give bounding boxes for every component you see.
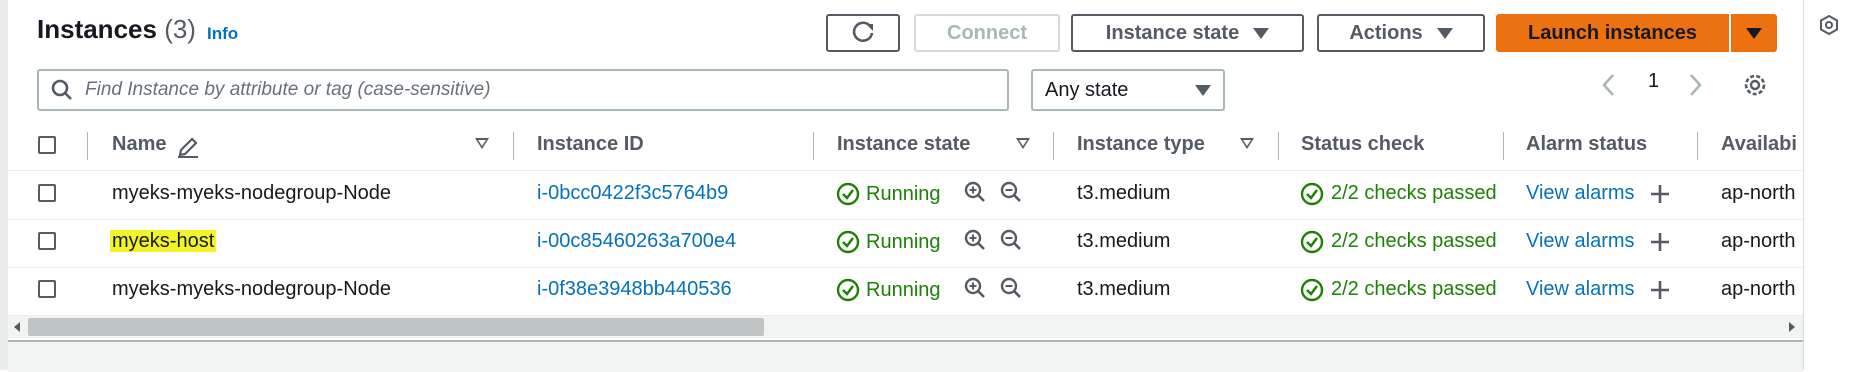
- instance-type: t3.medium: [1077, 182, 1171, 204]
- state-filter-value: Any state: [1045, 78, 1129, 101]
- scroll-right-arrow-icon[interactable]: [1787, 321, 1797, 333]
- view-alarms-link[interactable]: View alarms: [1526, 230, 1635, 253]
- launch-instances-button[interactable]: Launch instances: [1496, 14, 1729, 52]
- column-header-availability-zone[interactable]: Availabi: [1721, 133, 1801, 156]
- caret-down-icon: [1746, 27, 1762, 39]
- instance-id-link[interactable]: i-00c85460263a700e4: [537, 230, 736, 253]
- add-alarm-plus-icon[interactable]: [1649, 279, 1671, 301]
- info-link[interactable]: Info: [207, 24, 238, 44]
- instance-count: (3): [164, 14, 196, 44]
- sort-icon[interactable]: [1240, 138, 1254, 149]
- instance-id-link[interactable]: i-0bcc0422f3c5764b9: [537, 182, 728, 205]
- column-divider[interactable]: [813, 132, 814, 160]
- row-checkbox[interactable]: [38, 280, 56, 298]
- status-check-result: 2/2 checks passed: [1331, 182, 1497, 204]
- column-divider[interactable]: [87, 132, 88, 160]
- column-header-instance-state[interactable]: Instance state: [837, 133, 970, 156]
- check-circle-icon: [836, 278, 860, 302]
- instance-state-status: Running: [866, 279, 941, 301]
- caret-down-icon: [1253, 27, 1270, 39]
- zoom-in-icon[interactable]: [963, 228, 987, 252]
- column-header-instance-type[interactable]: Instance type: [1077, 133, 1205, 156]
- column-header-alarm-status[interactable]: Alarm status: [1526, 133, 1647, 156]
- check-circle-icon: [1300, 182, 1324, 206]
- column-header-name[interactable]: Name: [112, 133, 166, 156]
- column-divider[interactable]: [513, 132, 514, 160]
- instance-state-label: Instance state: [1105, 21, 1240, 44]
- column-header-instance-id[interactable]: Instance ID: [537, 133, 644, 156]
- status-check-result: 2/2 checks passed: [1331, 278, 1497, 300]
- select-all-checkbox[interactable]: [38, 136, 56, 154]
- scrollbar-thumb[interactable]: [28, 318, 764, 336]
- column-divider[interactable]: [1503, 132, 1504, 160]
- zoom-in-icon[interactable]: [963, 276, 987, 300]
- check-circle-icon: [1300, 230, 1324, 254]
- refresh-icon: [852, 21, 874, 43]
- scroll-left-arrow-icon[interactable]: [12, 321, 22, 333]
- current-page[interactable]: 1: [1648, 70, 1659, 93]
- instance-name: myeks-myeks-nodegroup-Node: [112, 182, 392, 204]
- page-title: Instances (3): [37, 14, 196, 45]
- launch-instances-label: Launch instances: [1528, 21, 1697, 44]
- highlighted-instance-name: myeks-host: [110, 230, 217, 252]
- column-divider[interactable]: [1278, 132, 1279, 160]
- zoom-out-icon[interactable]: [999, 228, 1023, 252]
- instance-state-status: Running: [866, 231, 941, 253]
- view-alarms-link[interactable]: View alarms: [1526, 278, 1635, 301]
- row-checkbox[interactable]: [38, 232, 56, 250]
- column-header-status-check[interactable]: Status check: [1301, 133, 1424, 156]
- instance-type: t3.medium: [1077, 230, 1171, 252]
- instance-name: myeks-host: [110, 230, 217, 253]
- caret-down-icon: [1436, 27, 1453, 39]
- next-page-icon[interactable]: [1686, 72, 1704, 98]
- actions-dropdown[interactable]: Actions: [1317, 14, 1485, 52]
- check-circle-icon: [836, 230, 860, 254]
- availability-zone: ap-north: [1721, 182, 1796, 204]
- instance-name: myeks-myeks-nodegroup-Node: [112, 278, 392, 300]
- check-circle-icon: [836, 182, 860, 206]
- instance-type: t3.medium: [1077, 278, 1171, 300]
- availability-zone: ap-north: [1721, 230, 1796, 252]
- status-check-result: 2/2 checks passed: [1331, 230, 1497, 252]
- state-filter-select[interactable]: Any state: [1031, 69, 1225, 111]
- instance-id-link[interactable]: i-0f38e3948bb440536: [537, 278, 732, 301]
- add-alarm-plus-icon[interactable]: [1649, 183, 1671, 205]
- bottom-split-panel-divider[interactable]: [8, 340, 1803, 372]
- previous-page-icon[interactable]: [1600, 72, 1618, 98]
- connect-label: Connect: [947, 21, 1027, 44]
- search-field[interactable]: Find Instance by attribute or tag (case-…: [37, 69, 1009, 111]
- hexagon-settings-icon[interactable]: [1818, 14, 1840, 36]
- zoom-out-icon[interactable]: [999, 276, 1023, 300]
- sort-icon[interactable]: [1016, 138, 1030, 149]
- actions-label: Actions: [1349, 21, 1423, 44]
- view-alarms-link[interactable]: View alarms: [1526, 182, 1635, 205]
- caret-down-icon: [1195, 84, 1211, 96]
- launch-instances-menu-button[interactable]: [1731, 14, 1777, 52]
- zoom-in-icon[interactable]: [963, 180, 987, 204]
- right-tools-rail: [1803, 0, 1854, 370]
- page-title-text: Instances: [37, 14, 157, 44]
- availability-zone: ap-north: [1721, 278, 1796, 300]
- connect-button[interactable]: Connect: [914, 14, 1060, 52]
- edit-pencil-icon: [178, 137, 198, 158]
- search-placeholder: Find Instance by attribute or tag (case-…: [85, 79, 491, 100]
- left-edge: [0, 0, 8, 370]
- row-checkbox[interactable]: [38, 184, 56, 202]
- zoom-out-icon[interactable]: [999, 180, 1023, 204]
- search-icon: [51, 79, 72, 100]
- instance-state-status: Running: [866, 183, 941, 205]
- instance-state-dropdown[interactable]: Instance state: [1071, 14, 1304, 52]
- refresh-button[interactable]: [826, 14, 900, 52]
- settings-gear-icon[interactable]: [1741, 71, 1769, 99]
- column-divider[interactable]: [1697, 132, 1698, 160]
- column-divider[interactable]: [1053, 132, 1054, 160]
- sort-icon[interactable]: [475, 138, 489, 149]
- add-alarm-plus-icon[interactable]: [1649, 231, 1671, 253]
- check-circle-icon: [1300, 278, 1324, 302]
